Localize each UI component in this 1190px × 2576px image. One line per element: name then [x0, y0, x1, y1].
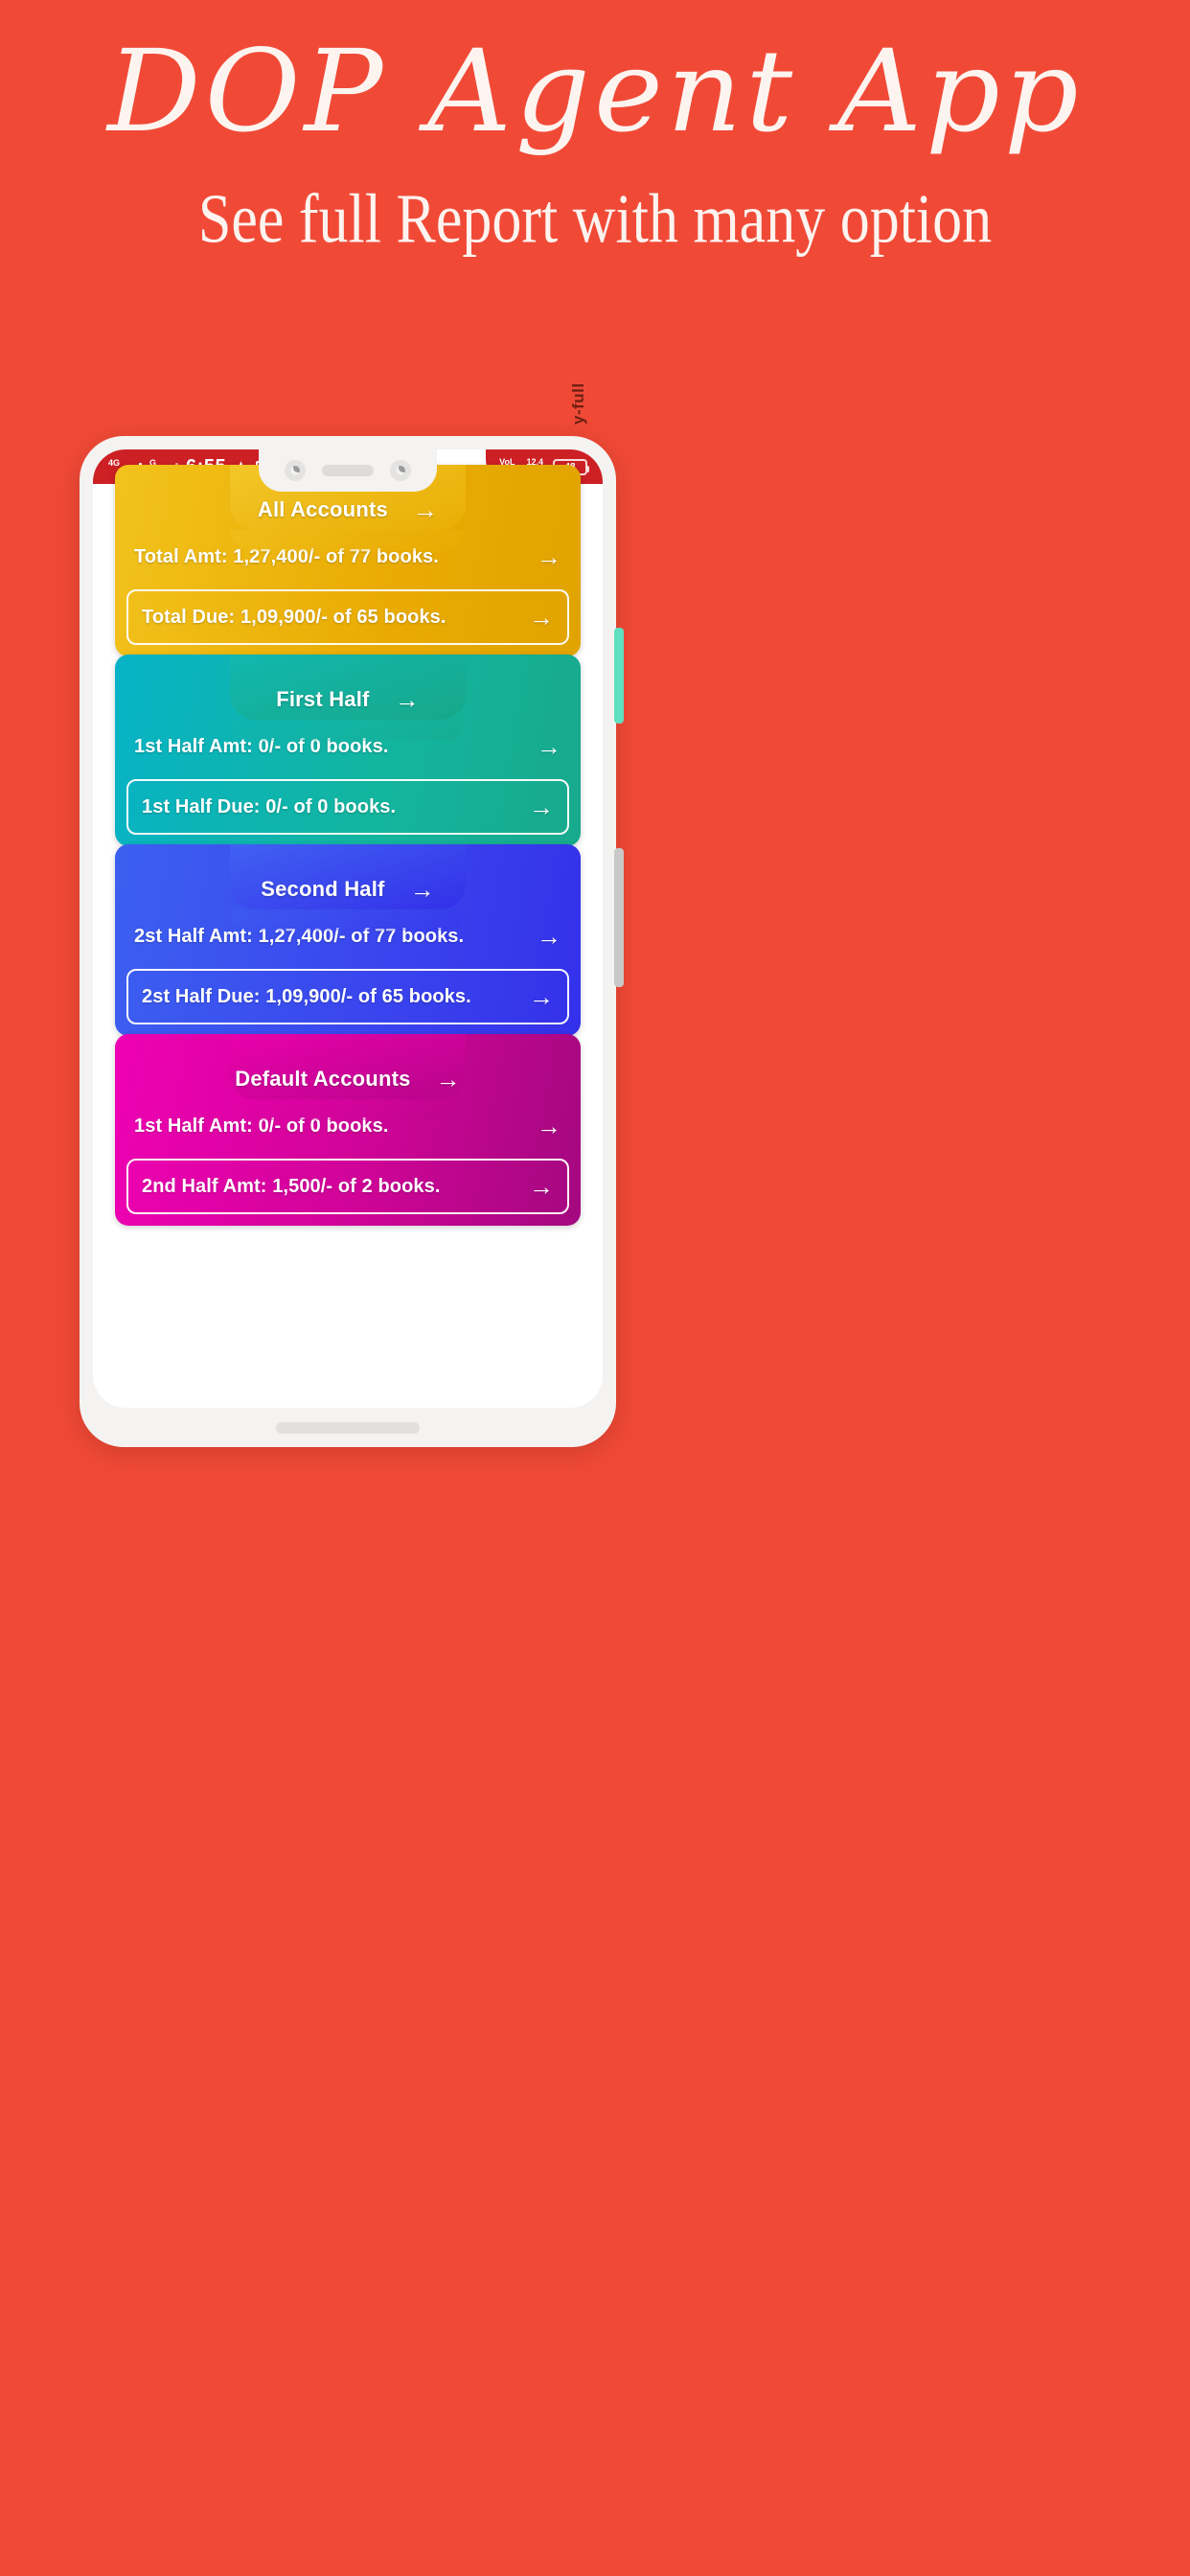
arrow-right-icon: → [409, 875, 435, 904]
phone-screen: 4G G 6:55 VoLLTE1 12.4KB/s 48 [93, 449, 603, 1408]
report-card-list: All Accounts → Total Amt: 1,27,400/- of … [93, 465, 603, 1226]
report-card-first-half[interactable]: First Half → 1st Half Amt: 0/- of 0 book… [115, 655, 581, 846]
page-title: DOP Agent App [107, 25, 1083, 157]
card-row-label: Total Due: 1,09,900/- of 65 books. [142, 606, 446, 628]
report-card-second-half[interactable]: Second Half → 2st Half Amt: 1,27,400/- o… [115, 844, 581, 1036]
card-row-label: 2nd Half Amt: 1,500/- of 2 books. [142, 1175, 441, 1197]
card-title: Default Accounts [235, 1067, 411, 1091]
card-header-second-half[interactable]: Second Half → [230, 844, 466, 931]
home-indicator[interactable] [276, 1422, 420, 1434]
phone-mockup: y-full 4G G 6:55 VoLLTE1 [80, 382, 624, 1447]
watermark-text: y-full [569, 382, 587, 425]
arrow-right-icon: → [528, 1171, 554, 1201]
earpiece-speaker [322, 465, 374, 476]
arrow-right-icon: → [435, 1065, 461, 1093]
arrow-right-icon: → [536, 921, 561, 951]
arrow-right-icon: → [536, 731, 561, 761]
front-camera-icon-left [285, 460, 306, 481]
page-subtitle: See full Report with many option [197, 180, 993, 259]
phone-notch [259, 449, 437, 492]
phone-side-button-volume[interactable] [614, 848, 624, 987]
phone-side-button-assistant[interactable] [614, 628, 624, 724]
report-card-default-accounts[interactable]: Default Accounts → 1st Half Amt: 0/- of … [115, 1034, 581, 1226]
arrow-right-icon: → [536, 541, 561, 571]
front-camera-icon-right [390, 460, 411, 481]
card-header-first-half[interactable]: First Half → [230, 655, 466, 741]
card-row-label: 1st Half Due: 0/- of 0 books. [142, 795, 397, 817]
card-header-default-accounts[interactable]: Default Accounts → [230, 1034, 466, 1120]
arrow-right-icon: → [528, 792, 554, 821]
card-title: All Accounts [257, 497, 388, 521]
arrow-right-icon: → [412, 495, 439, 524]
arrow-right-icon: → [536, 1111, 561, 1140]
card-row-second-half-due[interactable]: 2st Half Due: 1,09,900/- of 65 books. → [126, 969, 569, 1024]
arrow-right-icon: → [394, 685, 420, 714]
card-title: First Half [276, 687, 370, 711]
card-title: Second Half [261, 877, 385, 901]
card-row-label: 2st Half Due: 1,09,900/- of 65 books. [142, 985, 471, 1007]
report-card-all-accounts[interactable]: All Accounts → Total Amt: 1,27,400/- of … [115, 465, 581, 656]
card-row-first-half-due[interactable]: 1st Half Due: 0/- of 0 books. → [126, 779, 569, 835]
arrow-right-icon: → [528, 981, 554, 1011]
card-row-default-second-half-amt[interactable]: 2nd Half Amt: 1,500/- of 2 books. → [126, 1159, 569, 1214]
arrow-right-icon: → [528, 602, 554, 632]
card-row-total-due[interactable]: Total Due: 1,09,900/- of 65 books. → [126, 589, 569, 645]
network-type-label-1: 4G [108, 457, 121, 468]
